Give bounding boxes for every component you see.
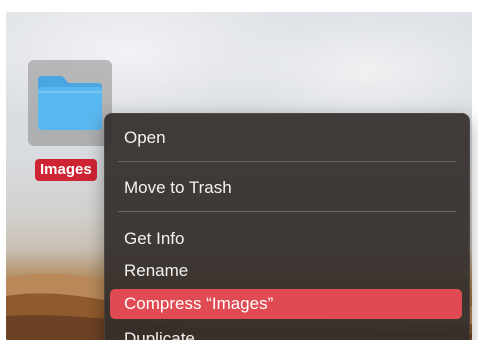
menu-item-move-to-trash[interactable]: Move to Trash	[110, 173, 462, 203]
menu-item-open[interactable]: Open	[110, 123, 462, 153]
menu-item-compress[interactable]: Compress “Images”	[110, 289, 462, 319]
menu-item-duplicate[interactable]: Duplicate	[110, 324, 462, 340]
images-folder[interactable]	[28, 60, 112, 146]
menu-separator	[118, 211, 456, 212]
folder-icon	[38, 76, 102, 130]
screenshot-stage: Images Open Move to Trash Get Info Renam…	[0, 0, 478, 340]
menu-item-get-info[interactable]: Get Info	[110, 224, 462, 254]
menu-item-rename[interactable]: Rename	[110, 256, 462, 286]
folder-name-label[interactable]: Images	[35, 159, 97, 181]
menu-separator	[118, 161, 456, 162]
context-menu: Open Move to Trash Get Info Rename Compr…	[104, 113, 470, 340]
